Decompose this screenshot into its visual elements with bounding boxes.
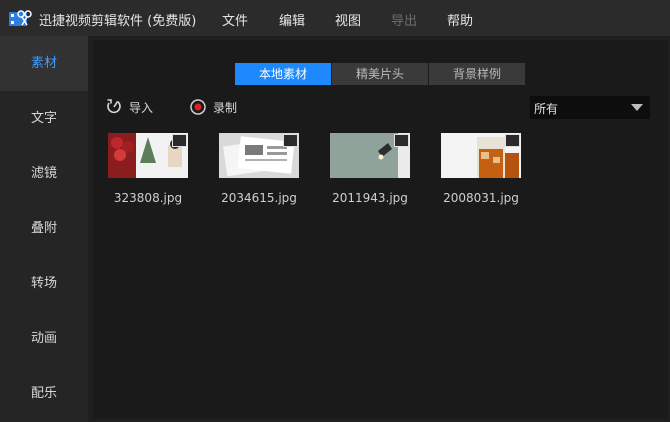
menu-edit[interactable]: 编辑: [279, 10, 305, 29]
import-label: 导入: [129, 100, 154, 115]
media-thumbnail[interactable]: [108, 133, 188, 178]
image-type-icon: [283, 134, 298, 147]
import-button[interactable]: 导入: [105, 98, 153, 116]
tab-background-samples[interactable]: 背景样例: [429, 63, 526, 85]
record-label: 录制: [213, 100, 238, 115]
sidebar-item-transitions[interactable]: 转场: [0, 256, 88, 311]
import-icon: [107, 99, 121, 114]
menu-help[interactable]: 帮助: [447, 10, 473, 29]
sidebar: 素材 文字 滤镜 叠附 转场 动画 配乐: [0, 36, 88, 422]
sidebar-item-filters[interactable]: 滤镜: [0, 146, 88, 201]
menu-export[interactable]: 导出: [391, 10, 417, 29]
sidebar-item-music[interactable]: 配乐: [0, 366, 88, 421]
sidebar-item-animation[interactable]: 动画: [0, 311, 88, 366]
media-filename: 2034615.jpg: [221, 191, 297, 205]
media-filename: 2008031.jpg: [443, 191, 519, 205]
media-thumbnail[interactable]: [330, 133, 410, 178]
media-filename: 323808.jpg: [113, 191, 183, 205]
sidebar-item-materials[interactable]: 素材: [0, 36, 88, 91]
chevron-down-icon: [631, 104, 643, 111]
app-logo-icon: [9, 10, 32, 26]
sidebar-item-text[interactable]: 文字: [0, 91, 88, 146]
sidebar-item-overlays[interactable]: 叠附: [0, 201, 88, 256]
media-thumbnail[interactable]: [219, 133, 299, 178]
media-filename: 2011943.jpg: [332, 191, 408, 205]
menu-file[interactable]: 文件: [222, 10, 248, 29]
menu-view[interactable]: 视图: [335, 10, 361, 29]
title-bar: 迅捷视频剪辑软件 (免费版) 文件 编辑 视图 导出 帮助: [0, 0, 670, 36]
tab-local-media[interactable]: 本地素材: [235, 63, 332, 85]
tab-intros[interactable]: 精美片头: [332, 63, 429, 85]
image-type-icon: [172, 134, 187, 147]
media-panel: 本地素材 精美片头 背景样例 导入 录制 所有 323808.jpg 20346…: [93, 40, 668, 418]
filter-selected-value: 所有: [534, 102, 559, 116]
image-type-icon: [505, 134, 520, 147]
media-thumbnail[interactable]: [441, 133, 521, 178]
image-type-icon: [394, 134, 409, 147]
media-filter-select[interactable]: 所有: [530, 96, 650, 119]
record-icon: [190, 99, 206, 115]
record-button[interactable]: 录制: [189, 98, 237, 116]
app-title: 迅捷视频剪辑软件 (免费版): [39, 14, 197, 29]
